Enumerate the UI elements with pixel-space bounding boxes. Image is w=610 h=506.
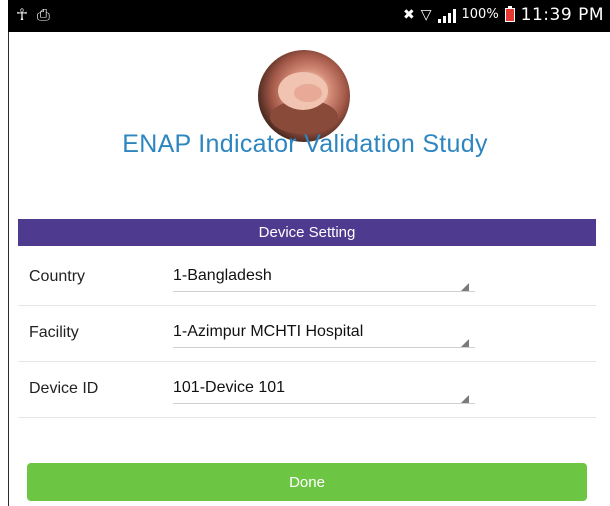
status-time: 11:39 PM xyxy=(520,5,604,25)
device-setting-header: Device Setting xyxy=(18,219,596,246)
dropdown-arrow-icon xyxy=(461,339,469,347)
status-right: ✖ ▽ 100% 11:39 PM xyxy=(403,5,604,25)
device-id-row: Device ID 101-Device 101 xyxy=(18,362,596,418)
dropdown-arrow-icon xyxy=(461,283,469,291)
facility-row: Facility 1-Azimpur MCHTI Hospital xyxy=(18,306,596,362)
signal-icon xyxy=(437,7,456,23)
wifi-icon: ▽ xyxy=(420,7,432,23)
spinner-underline xyxy=(173,347,475,348)
country-row: Country 1-Bangladesh xyxy=(18,250,596,306)
device-id-spinner[interactable]: 101-Device 101 xyxy=(173,362,475,418)
done-button[interactable]: Done xyxy=(27,463,587,501)
usb-icon: ☥ xyxy=(16,5,28,24)
row-divider xyxy=(18,417,596,418)
screen-edge xyxy=(8,32,9,506)
app-title: ENAP Indicator Validation Study xyxy=(122,130,488,158)
device-id-label: Device ID xyxy=(29,380,99,397)
mute-icon: ✖ xyxy=(402,7,415,23)
dropdown-arrow-icon xyxy=(461,395,469,403)
country-value: 1-Bangladesh xyxy=(173,267,272,284)
app-logo xyxy=(258,50,350,142)
logo-highlight xyxy=(294,84,322,102)
spinner-underline xyxy=(173,291,475,292)
status-bar: ☥ ⎙ ✖ ▽ 100% 11:39 PM xyxy=(8,0,610,32)
facility-value: 1-Azimpur MCHTI Hospital xyxy=(173,323,364,340)
status-left-icons: ☥ ⎙ xyxy=(16,5,50,25)
battery-percent: 100% xyxy=(461,7,499,22)
facility-label: Facility xyxy=(29,324,79,341)
spinner-underline xyxy=(173,403,475,404)
device-id-value: 101-Device 101 xyxy=(173,379,286,396)
facility-spinner[interactable]: 1-Azimpur MCHTI Hospital xyxy=(173,306,475,362)
country-spinner[interactable]: 1-Bangladesh xyxy=(173,250,475,306)
sim-card-icon: ⎙ xyxy=(36,5,50,24)
country-label: Country xyxy=(29,268,86,285)
battery-icon xyxy=(504,6,515,22)
